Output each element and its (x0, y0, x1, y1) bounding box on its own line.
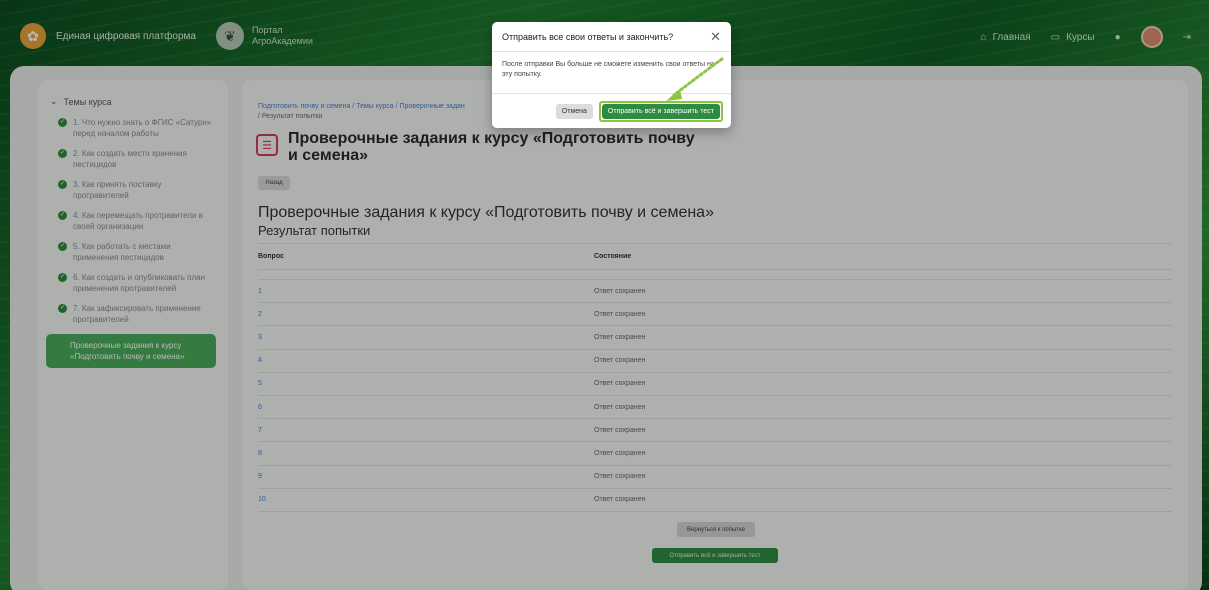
dialog-header: Отправить все свои ответы и закончить? ✕ (492, 22, 731, 52)
pointer-arrow (666, 57, 724, 101)
dialog-title: Отправить все свои ответы и закончить? (502, 31, 674, 42)
cancel-button[interactable]: Отмена (555, 104, 593, 119)
close-icon[interactable]: ✕ (710, 29, 721, 45)
confirm-submit-button[interactable]: Отправить всё и завершить тест (601, 104, 720, 119)
